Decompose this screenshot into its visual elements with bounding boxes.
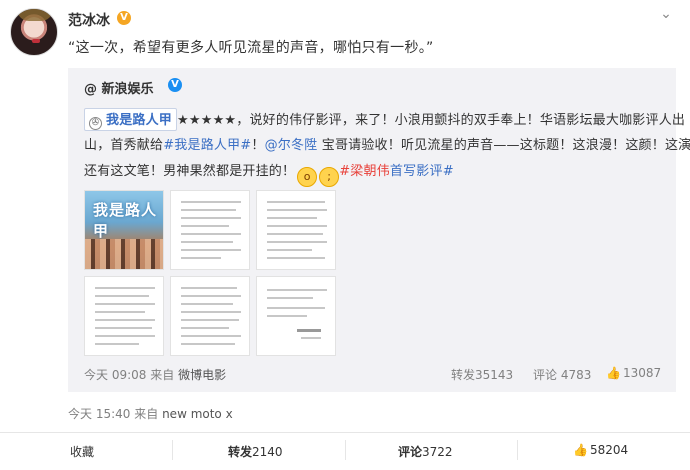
- poster-thumbnail[interactable]: 我是路人甲: [84, 190, 164, 270]
- action-bar-divider: [0, 432, 690, 433]
- avatar-headpiece: [17, 9, 53, 21]
- repost-author-name[interactable]: @ 新浪娱乐: [84, 78, 154, 97]
- avatar-face: [32, 39, 40, 43]
- like-count: 58204: [589, 443, 629, 457]
- verified-badge-icon: V: [117, 11, 131, 25]
- action-separator: [517, 440, 518, 460]
- repost-text-line-1: ✇ 我是路人甲 ★★★★★，说好的伟仔影评，来了！小浪用颤抖的双手奉上！华语影坛最大…: [84, 108, 685, 131]
- thumbs-up-icon: 👍: [573, 443, 588, 457]
- repost-count-label: 转发: [451, 368, 476, 382]
- repost-text: 还有这文笔！男神果然都是开挂的！: [84, 164, 296, 179]
- avatar[interactable]: [10, 8, 58, 56]
- hashtag-link[interactable]: #我是路人甲#: [163, 138, 251, 153]
- chevron-down-icon[interactable]: ⌄: [658, 6, 674, 22]
- repost-text-line-3: 还有这文笔！男神果然都是开挂的！ o; #梁朝伟首写影评#: [84, 160, 454, 187]
- mention-link[interactable]: @尔冬陞: [265, 138, 318, 153]
- repost-repost-count[interactable]: 转发35143: [451, 366, 513, 383]
- review-page-thumbnail[interactable]: [84, 276, 164, 356]
- post-time[interactable]: 今天 15:40: [68, 407, 130, 421]
- repost-meta: 今天 09:08 来自 微博电影: [84, 366, 226, 383]
- review-page-thumbnail[interactable]: [170, 276, 250, 356]
- film-icon: ✇: [89, 117, 102, 130]
- repost-text: 山，首秀献给: [84, 138, 164, 153]
- repost-time[interactable]: 今天 09:08: [84, 368, 146, 382]
- favorite-label: 收藏: [70, 445, 95, 459]
- poster-title: 我是路人甲: [93, 201, 158, 240]
- repost-source-link[interactable]: 微博电影: [178, 368, 226, 382]
- comment-button[interactable]: 评论3722: [398, 443, 453, 460]
- hashtag-link[interactable]: 首写影评#: [390, 164, 454, 179]
- movie-tag[interactable]: ✇ 我是路人甲: [84, 108, 178, 131]
- post-text: “这一次，希望有更多人听见流星的声音，哪怕只有一秒。”: [68, 40, 434, 56]
- surprised-emoji-icon: o: [297, 167, 318, 187]
- like-count-value: 13087: [622, 366, 662, 380]
- verified-badge-icon: V: [168, 78, 182, 92]
- review-page-thumbnail[interactable]: [170, 190, 250, 270]
- comment-count-value: 4783: [560, 368, 592, 382]
- movie-tag-label: 我是路人甲: [106, 113, 173, 128]
- repost-like-count[interactable]: 👍 13087: [606, 366, 661, 380]
- comment-label: 评论: [398, 445, 423, 459]
- repost-label: 转发: [228, 445, 253, 459]
- hashtag-link[interactable]: #梁朝伟: [339, 164, 390, 179]
- reposted-post[interactable]: @ 新浪娱乐 V ✇ 我是路人甲 ★★★★★，说好的伟仔影评，来了！小浪用颤抖的双手…: [68, 68, 690, 392]
- repost-from-label: 来自: [150, 368, 175, 382]
- review-page-thumbnail[interactable]: [256, 190, 336, 270]
- repost-count-value: 35143: [475, 368, 514, 382]
- repost-count: 2140: [252, 445, 283, 459]
- weibo-post-card: 范冰冰 V ⌄ “这一次，希望有更多人听见流星的声音，哪怕只有一秒。” @ 新浪…: [0, 0, 690, 470]
- repost-text-line-2: 山，首秀献给#我是路人甲#！@尔冬陞 宝哥请验收！听见流星的声音——这标题！这浪…: [84, 134, 690, 153]
- favorite-button[interactable]: 收藏: [70, 443, 94, 460]
- post-author-name[interactable]: 范冰冰: [68, 10, 110, 30]
- repost-button[interactable]: 转发2140: [228, 443, 283, 460]
- like-button[interactable]: 👍 58204: [573, 443, 628, 457]
- poster-crowd: [85, 239, 163, 269]
- post-meta: 今天 15:40 来自 new moto x: [68, 405, 233, 422]
- post-from-label: 来自: [134, 407, 159, 421]
- review-page-thumbnail[interactable]: [256, 276, 336, 356]
- comment-count-label: 评论: [533, 368, 558, 382]
- action-separator: [172, 440, 173, 460]
- repost-text: ★★★★★，说好的伟仔影评，来了！小浪用颤抖的双手奉上！华语影坛最大咖影评人出: [177, 113, 686, 128]
- crying-emoji-icon: ;: [319, 167, 340, 187]
- repost-comment-count[interactable]: 评论 4783: [533, 366, 591, 383]
- post-device[interactable]: new moto x: [162, 407, 233, 421]
- repost-text: ！: [251, 138, 265, 153]
- comment-count: 3722: [422, 445, 453, 459]
- action-separator: [345, 440, 346, 460]
- repost-text: 宝哥请验收！听见流星的声音——这标题！这浪漫！这颜！这演技！: [317, 138, 690, 153]
- thumbs-up-icon: 👍: [606, 366, 621, 380]
